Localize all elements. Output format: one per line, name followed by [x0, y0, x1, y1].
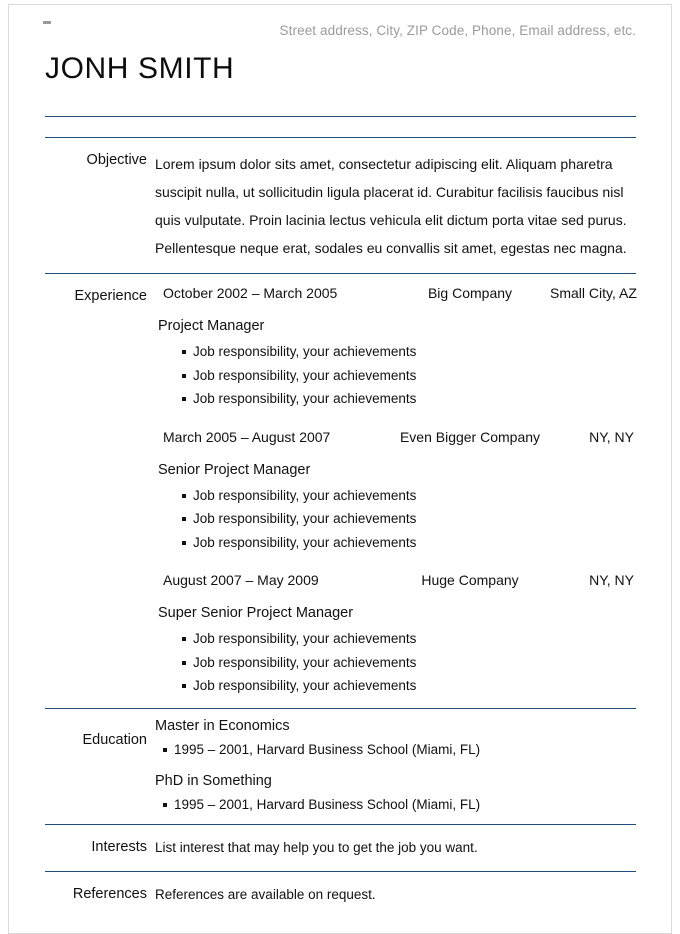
references-content: References are available on request. — [155, 885, 636, 905]
page-title: JONH SMITH — [45, 52, 235, 85]
section-label-education: Education — [82, 731, 148, 748]
experience-content: October 2002 – March 2005 Big Company Sm… — [155, 285, 637, 702]
education-degree: PhD in Something — [155, 772, 272, 789]
list-item: Job responsibility, your achievements — [155, 674, 636, 698]
list-item: Job responsibility, your achievements — [155, 364, 636, 388]
list-item: 1995 – 2001, Harvard Business School (Mi… — [155, 793, 636, 817]
experience-dates: October 2002 – March 2005 — [163, 285, 338, 301]
objective-content: Lorem ipsum dolor sits amet, consectetur… — [155, 150, 636, 262]
experience-location: Small City, AZ — [550, 285, 637, 301]
section-label-references: References — [72, 885, 147, 902]
list-item: Job responsibility, your achievements — [155, 340, 636, 364]
contact-line: Street address, City, ZIP Code, Phone, E… — [279, 23, 636, 38]
experience-entry-header: March 2005 – August 2007 Even Bigger Com… — [155, 429, 636, 445]
experience-company: Big Company — [427, 285, 513, 301]
references-text: References are available on request. — [155, 886, 376, 902]
experience-entry-header: October 2002 – March 2005 Big Company Sm… — [155, 285, 637, 301]
experience-entry: October 2002 – March 2005 Big Company Sm… — [155, 285, 637, 411]
education-bullet-list: 1995 – 2001, Harvard Business School (Mi… — [155, 793, 636, 817]
list-item: Job responsibility, your achievements — [155, 484, 636, 508]
experience-title: Senior Project Manager — [158, 461, 311, 478]
experience-dates: March 2005 – August 2007 — [163, 428, 331, 445]
section-objective: Objective Lorem ipsum dolor sits amet, c… — [37, 138, 645, 273]
experience-company: Even Bigger Company — [399, 428, 541, 445]
resume-page: Street address, City, ZIP Code, Phone, E… — [8, 4, 672, 934]
experience-title: Project Manager — [158, 318, 265, 334]
experience-dates: August 2007 – May 2009 — [163, 572, 319, 588]
list-item: Job responsibility, your achievements — [155, 507, 636, 531]
experience-entry: March 2005 – August 2007 Even Bigger Com… — [155, 429, 636, 555]
list-item: Job responsibility, your achievements — [155, 387, 636, 411]
experience-location: NY, NY — [589, 428, 634, 445]
list-item: Job responsibility, your achievements — [155, 627, 636, 651]
experience-company: Huge Company — [421, 572, 519, 588]
education-content: Master in Economics 1995 – 2001, Harvard… — [155, 716, 636, 817]
divider-header-top — [45, 116, 636, 117]
corner-tick-mark — [43, 21, 51, 24]
experience-bullet-list: Job responsibility, your achievements Jo… — [155, 340, 636, 411]
experience-location: NY, NY — [589, 572, 634, 588]
experience-title: Super Senior Project Manager — [158, 605, 354, 621]
education-entry: PhD in Something 1995 – 2001, Harvard Bu… — [155, 773, 636, 817]
section-interests: Interests List interest that may help yo… — [37, 825, 645, 871]
education-entry: Master in Economics 1995 – 2001, Harvard… — [155, 718, 636, 762]
list-item: Job responsibility, your achievements — [155, 651, 636, 675]
experience-bullet-list: Job responsibility, your achievements Jo… — [155, 627, 636, 698]
education-degree: Master in Economics — [155, 717, 290, 734]
section-label-experience: Experience — [74, 288, 147, 304]
section-references: References References are available on r… — [37, 872, 645, 918]
section-education: Education Master in Economics 1995 – 200… — [37, 709, 645, 824]
education-bullet-list: 1995 – 2001, Harvard Business School (Mi… — [155, 738, 636, 762]
section-label-objective: Objective — [86, 152, 147, 168]
interests-text: List interest that may help you to get t… — [155, 839, 478, 855]
experience-entry: August 2007 – May 2009 Huge Company NY, … — [155, 572, 636, 698]
objective-text: Lorem ipsum dolor sits amet, consectetur… — [155, 156, 627, 256]
experience-entry-header: August 2007 – May 2009 Huge Company NY, … — [155, 572, 636, 588]
section-label-interests: Interests — [91, 838, 147, 855]
list-item: Job responsibility, your achievements — [155, 531, 636, 555]
section-experience: Experience October 2002 – March 2005 Big… — [37, 274, 645, 708]
interests-content: List interest that may help you to get t… — [155, 838, 636, 858]
list-item: 1995 – 2001, Harvard Business School (Mi… — [155, 738, 636, 762]
experience-bullet-list: Job responsibility, your achievements Jo… — [155, 484, 636, 555]
